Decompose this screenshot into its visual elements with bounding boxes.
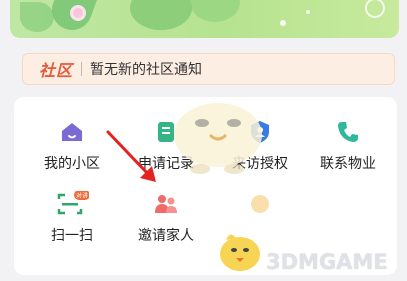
service-label: 扫一扫 [51, 228, 93, 244]
service-invite-family[interactable]: 邀请家人 [118, 191, 214, 245]
service-scan[interactable]: 对讲 扫一扫 [24, 190, 120, 245]
moon-icon [365, 0, 385, 18]
flower-decoration [73, 8, 83, 18]
service-icon [247, 191, 273, 217]
service-contact-property[interactable]: 联系物业 [300, 119, 396, 173]
family-icon [153, 191, 179, 217]
notice-message: 暂无新的社区通知 [90, 62, 203, 78]
mascot-watermark [174, 103, 262, 174]
scan-icon: 对讲 [57, 190, 90, 217]
red-arrow-annotation [106, 130, 156, 182]
leaf-decoration [190, 0, 240, 22]
service-partial[interactable] [212, 191, 308, 225]
phone-icon [335, 119, 361, 145]
mascot-logo-icon [220, 234, 260, 271]
service-label: 联系物业 [320, 156, 376, 172]
leaf-decoration [130, 0, 192, 30]
sparkle-decoration [280, 20, 286, 26]
leaf-decoration [20, 2, 54, 32]
scan-badge: 对讲 [76, 192, 88, 200]
sparkle-decoration [306, 10, 310, 14]
community-notice-bar[interactable]: 社区 暂无新的社区通知 [22, 53, 395, 85]
leaf-decoration [46, 0, 98, 36]
home-icon [59, 119, 85, 145]
site-watermark: 3DMGAME [266, 250, 388, 274]
divider [81, 62, 83, 76]
notice-tag: 社区 [39, 61, 74, 80]
top-banner[interactable] [10, 0, 399, 38]
service-label: 邀请家人 [138, 228, 194, 244]
